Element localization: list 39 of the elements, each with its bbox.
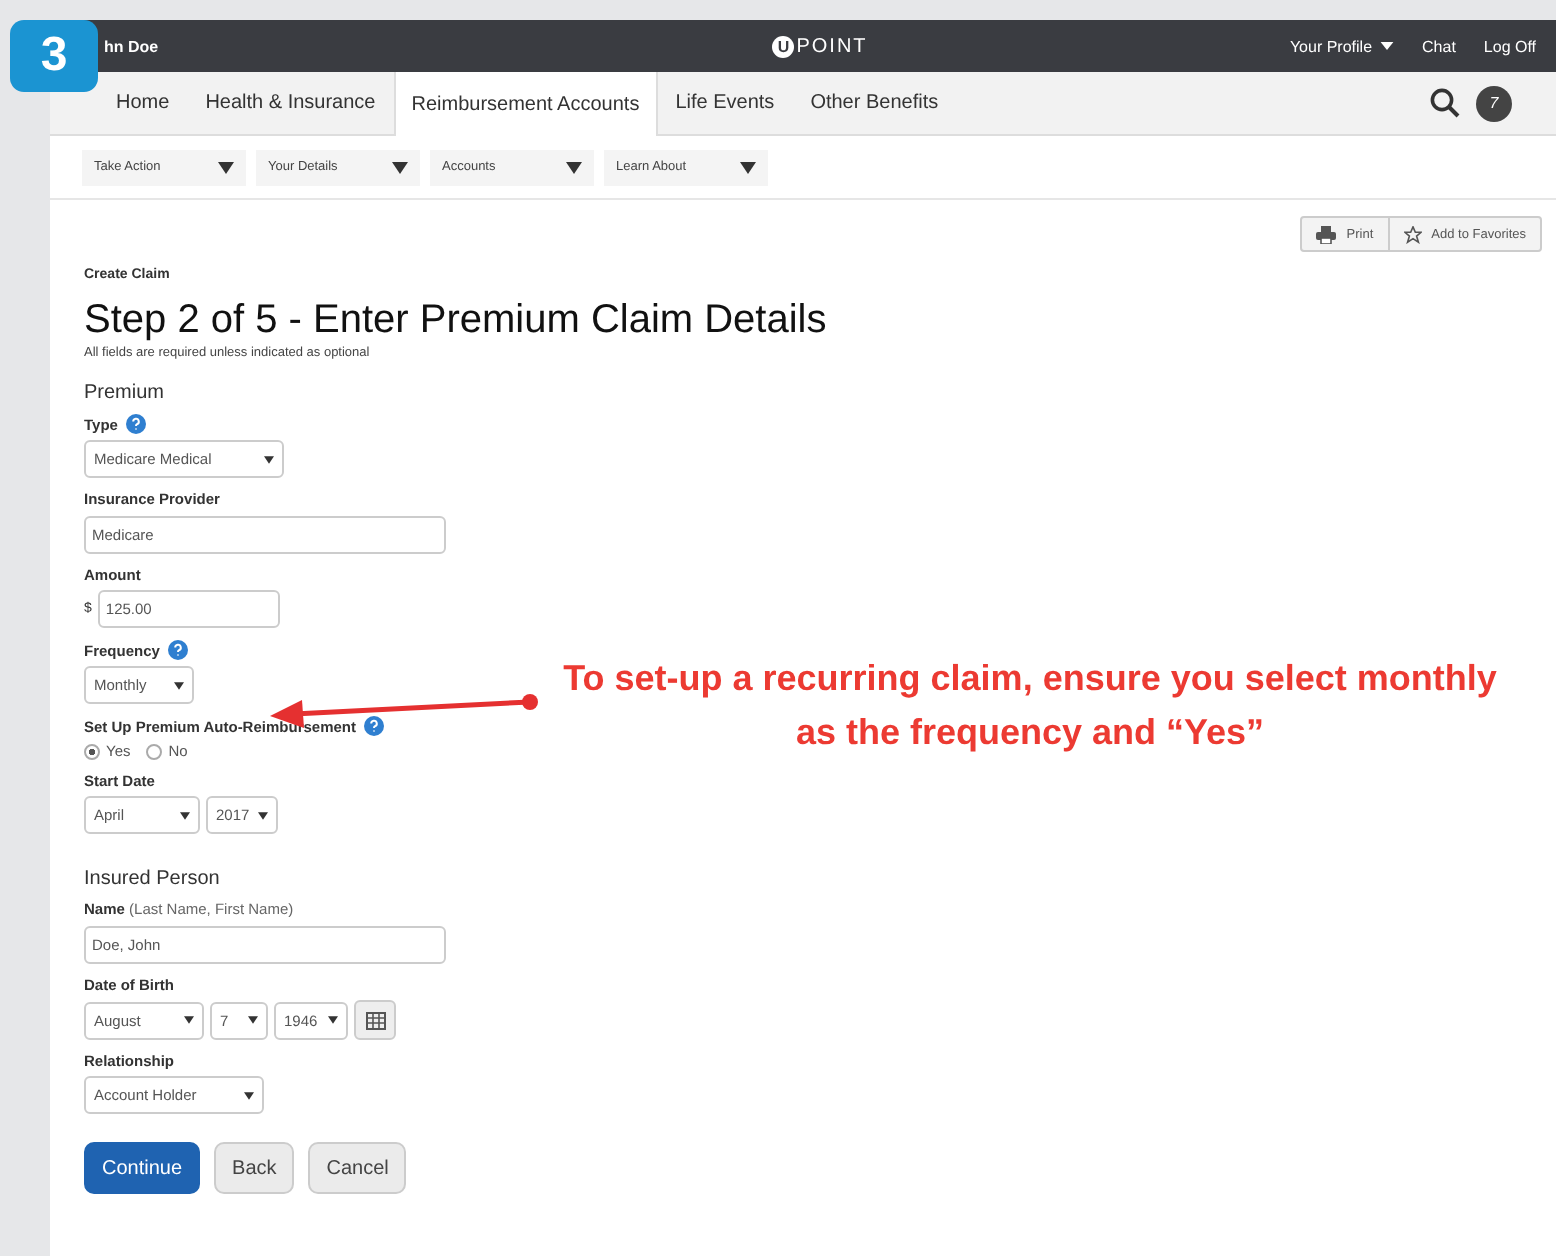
caret-icon bbox=[244, 1091, 254, 1099]
help-icon[interactable] bbox=[125, 414, 146, 434]
star-icon bbox=[1403, 225, 1422, 243]
section-heading: Insured Person bbox=[84, 868, 222, 890]
header-link[interactable]: Log Off bbox=[1483, 37, 1537, 55]
caret-icon bbox=[392, 161, 408, 173]
caret-icon bbox=[566, 161, 582, 173]
step-badge: 3 bbox=[10, 20, 98, 92]
caret-icon bbox=[248, 1016, 258, 1024]
printer-icon bbox=[1316, 225, 1337, 243]
caret-icon bbox=[264, 455, 274, 463]
caret-icon bbox=[174, 681, 184, 689]
logo: U POINT bbox=[581, 35, 1059, 57]
search-icon[interactable] bbox=[1430, 88, 1460, 118]
caret-icon bbox=[258, 811, 268, 819]
help-icon[interactable] bbox=[167, 640, 188, 660]
caret-icon bbox=[184, 1016, 194, 1024]
form-button[interactable]: Continue bbox=[84, 1142, 201, 1194]
nav-tab[interactable]: Home bbox=[98, 72, 188, 134]
caret-icon bbox=[740, 161, 756, 173]
section-heading: Premium bbox=[84, 382, 167, 404]
annotation-text: To set-up a recurring claim, ensure you select monthly as the frequency and “Yes” bbox=[561, 656, 1499, 756]
nav-tab[interactable]: Reimbursement Accounts bbox=[393, 72, 658, 136]
calendar-button[interactable] bbox=[354, 1000, 396, 1040]
page-title: Step 2 of 5 - Enter Premium Claim Details bbox=[84, 298, 829, 344]
calendar-icon bbox=[365, 1011, 385, 1029]
caret-icon bbox=[328, 1016, 338, 1024]
nav-tab[interactable]: Other Benefits bbox=[792, 72, 957, 134]
user-name: hn Doe bbox=[104, 37, 161, 55]
help-icon[interactable] bbox=[364, 716, 384, 736]
nav-tab[interactable]: Life Events bbox=[657, 72, 793, 134]
header-link[interactable]: Your Profile bbox=[1289, 37, 1395, 55]
form-button[interactable]: Back bbox=[214, 1142, 295, 1194]
caret-icon bbox=[218, 161, 234, 173]
header-link[interactable]: Chat bbox=[1422, 37, 1456, 55]
avatar[interactable]: 7 bbox=[1476, 85, 1512, 121]
nav-tab[interactable]: Health & Insurance bbox=[187, 72, 394, 134]
caret-icon bbox=[180, 811, 190, 819]
form-button[interactable]: Cancel bbox=[308, 1142, 407, 1194]
